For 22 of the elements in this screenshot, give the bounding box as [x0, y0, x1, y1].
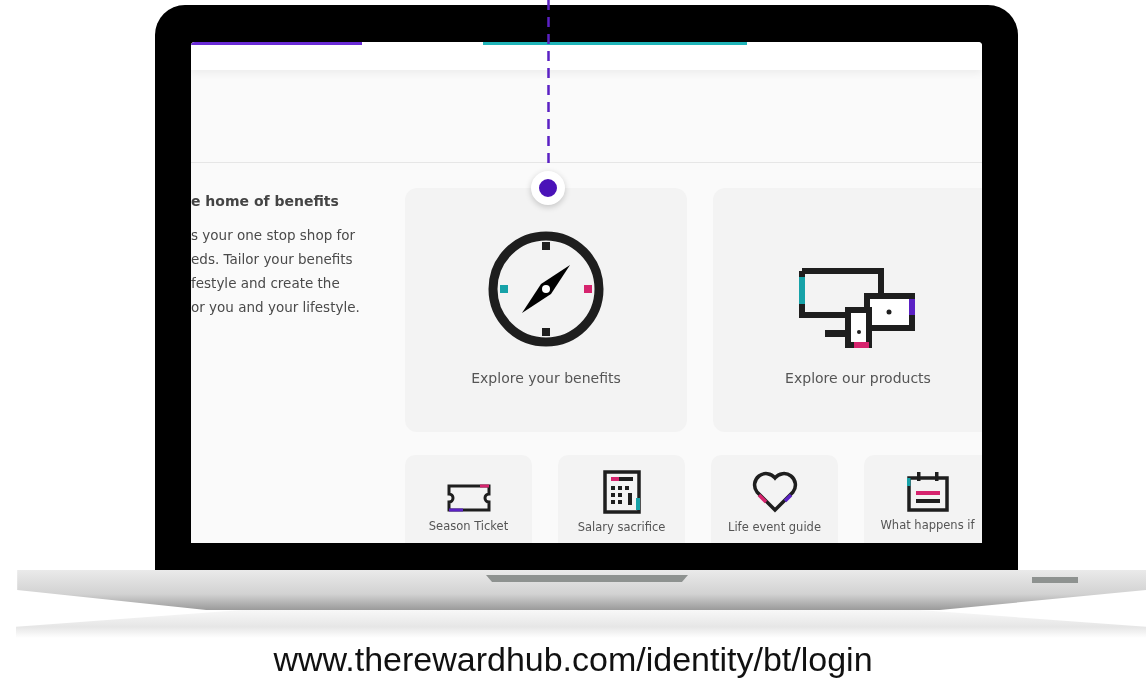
ticket-icon [445, 483, 492, 513]
quick-link-card[interactable]: Life event guide [711, 455, 838, 543]
feature-card[interactable]: Explore our products [713, 188, 982, 432]
card-label: Explore your benefits [471, 370, 621, 386]
heart-icon [750, 470, 799, 514]
laptop-port [1032, 577, 1078, 583]
card-label: Life event guide [728, 520, 821, 534]
card-label: Season Ticket [428, 519, 509, 533]
url-caption: www.therewardhub.com/identity/bt/login [272, 640, 874, 679]
quick-link-card[interactable]: What happens if [864, 455, 982, 543]
compass-icon [487, 230, 605, 348]
devices-icon [799, 268, 917, 348]
card-label: Salary sacrifice [577, 520, 666, 534]
intro-paragraph: s your one stop shop for eds. Tailor your benefits festyle and create the or you and your lifestyle. [191, 226, 361, 317]
calendar-icon [905, 470, 950, 512]
card-label: What happens if [880, 518, 975, 532]
card-label: Explore our products [785, 370, 931, 386]
calculator-icon [602, 470, 641, 514]
quick-link-card[interactable]: Season Ticket [405, 455, 532, 543]
feature-card[interactable]: Explore your benefits [405, 188, 687, 432]
quick-link-card[interactable]: Salary sacrifice [558, 455, 685, 543]
intro-heading: e home of benefits [191, 193, 340, 209]
